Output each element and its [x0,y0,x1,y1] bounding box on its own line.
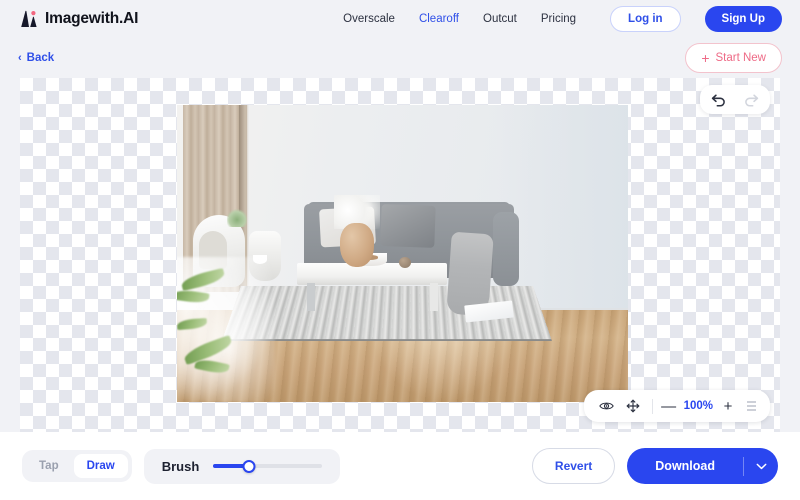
chevron-down-icon[interactable] [744,463,778,470]
redo-arrow-icon[interactable] [743,91,760,108]
login-button[interactable]: Log in [610,6,681,32]
image-cushion-dark [380,204,436,248]
brush-label: Brush [161,458,200,474]
plus-icon: + [701,50,710,66]
start-new-button[interactable]: + Start New [685,43,782,73]
history-toolbar [700,85,770,114]
hamburger-menu-icon[interactable] [742,396,760,416]
toolbar-divider [651,398,653,414]
chevron-left-icon: ‹ [18,51,22,64]
image-trinket [399,257,411,268]
brand-name: Imagewith.AI [45,10,139,27]
mode-tab-draw[interactable]: Draw [73,454,128,478]
image-table-leg-left [307,283,315,311]
app-root: Imagewith.AI Overscale Clearoff Outcut P… [0,0,800,500]
mode-segmented-control: Tap Draw [22,450,132,482]
editor-subheader: ‹ Back + Start New [0,38,800,78]
eye-icon[interactable] [594,396,620,416]
site-header: Imagewith.AI Overscale Clearoff Outcut P… [0,0,800,38]
back-label: Back [26,52,55,64]
editor-canvas[interactable]: — 100% + [20,78,780,432]
zoom-in-button[interactable]: + [718,396,738,416]
nav-item-clearoff[interactable]: Clearoff [419,13,459,25]
undo-arrow-icon[interactable] [710,91,727,108]
zoom-out-button[interactable]: — [659,396,679,416]
mountain-logo-icon [18,10,38,28]
download-button-group[interactable]: Download [627,448,778,484]
mode-tab-tap[interactable]: Tap [26,454,72,478]
image-small-plant [227,209,247,227]
nav-item-outcut[interactable]: Outcut [483,13,517,25]
brush-size-slider[interactable] [213,459,322,473]
brand-logo[interactable]: Imagewith.AI [18,10,138,28]
nav-item-pricing[interactable]: Pricing [541,13,576,25]
nav-item-overscale[interactable]: Overscale [343,13,395,25]
revert-button[interactable]: Revert [531,448,616,484]
zoom-level-value[interactable]: 100% [679,400,718,412]
main-nav: Overscale Clearoff Outcut Pricing Log in… [343,6,782,32]
move-icon[interactable] [620,396,646,416]
brush-size-control: Brush [143,448,340,484]
back-button[interactable]: ‹ Back [18,52,54,64]
start-new-label: Start New [715,52,767,64]
image-vase [340,223,374,267]
zoom-toolbar: — 100% + [583,390,770,422]
edited-image[interactable] [177,105,628,402]
image-sofa-arm [493,212,519,286]
primary-actions: Revert Download [531,448,778,484]
image-coffee-table [297,263,447,285]
editor-bottom-toolbar: Tap Draw Brush Revert Download [0,432,800,500]
download-button[interactable]: Download [627,448,743,484]
signup-button[interactable]: Sign Up [704,6,782,32]
image-table-leg-right [430,283,438,311]
slider-thumb[interactable] [242,459,256,473]
